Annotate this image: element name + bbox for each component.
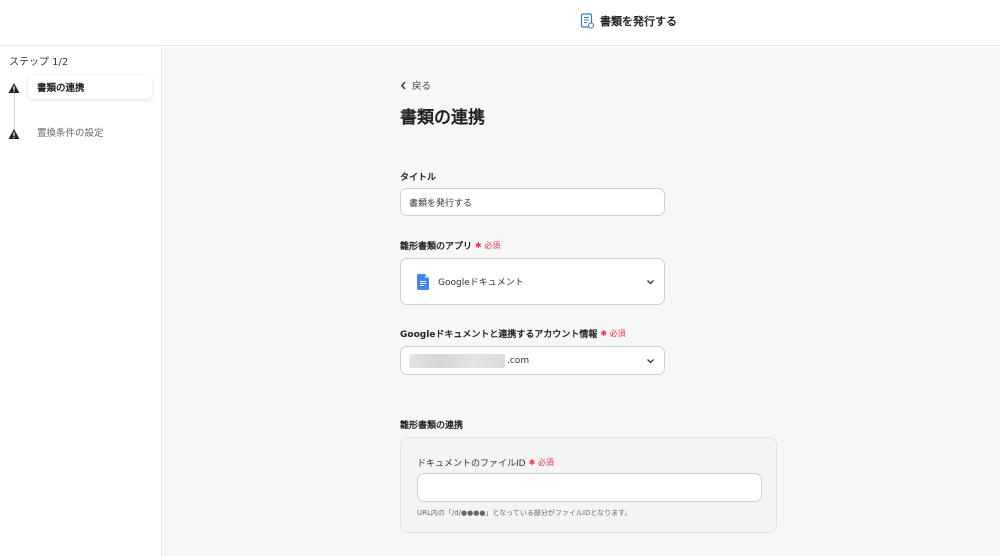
step-sidebar: ステップ 1/2 書類の連携 置換条件の設定: [0, 47, 162, 556]
template-link-panel: ドキュメントのファイルID ✱ 必須 URL内の「/d/●●●●」となっている部…: [400, 437, 777, 533]
header-title: 書類を発行する: [580, 13, 677, 29]
template-link-section-label: 雛形書類の連携: [400, 418, 463, 431]
file-id-label-text: ドキュメントのファイルID: [417, 459, 526, 469]
step-item-replace-conditions[interactable]: 置換条件の設定: [28, 120, 104, 144]
file-id-label: ドキュメントのファイルID ✱ 必須: [417, 456, 554, 469]
template-app-label: 雛形書類のアプリ ✱ 必須: [400, 239, 500, 252]
step-item-label: 書類の連携: [37, 83, 85, 94]
google-docs-icon: [417, 273, 429, 290]
title-input-value: 書類を発行する: [409, 198, 473, 209]
required-badge: ✱ 必須: [528, 458, 554, 467]
account-label: Googleドキュメントと連携するアカウント情報 ✱ 必須: [400, 327, 626, 340]
required-text: 必須: [609, 329, 626, 338]
header-title-text: 書類を発行する: [600, 15, 677, 28]
account-label-text: Googleドキュメントと連携するアカウント情報: [400, 330, 598, 340]
warning-icon: [8, 83, 20, 93]
required-badge: ✱ 必須: [475, 241, 501, 250]
chevron-left-icon: [400, 81, 406, 89]
back-link[interactable]: 戻る: [400, 78, 431, 92]
account-select[interactable]: .com: [400, 346, 665, 375]
redacted-email: [409, 353, 505, 368]
step-item-document-link[interactable]: 書類の連携: [28, 75, 152, 99]
title-field-label-text: タイトル: [400, 173, 437, 183]
template-app-value: Googleドキュメント: [438, 278, 524, 288]
warning-icon: [8, 129, 20, 139]
required-badge: ✱ 必須: [600, 329, 626, 338]
file-id-input[interactable]: [417, 473, 762, 502]
page-title: 書類の連携: [400, 108, 485, 128]
chevron-down-icon: [647, 358, 654, 363]
template-link-section-label-text: 雛形書類の連携: [400, 421, 464, 431]
step-connector: [14, 93, 15, 131]
title-input[interactable]: 書類を発行する: [400, 188, 665, 216]
required-text: 必須: [484, 241, 501, 250]
main-content: 戻る 書類の連携 タイトル 書類を発行する 雛形書類のアプリ ✱ 必須 Goog…: [163, 47, 1000, 556]
file-id-hint: URL内の「/d/●●●●」となっている部分がファイルIDとなります。: [417, 509, 632, 517]
title-field-label: タイトル: [400, 170, 436, 183]
back-label: 戻る: [412, 81, 432, 92]
step-item-label: 置換条件の設定: [37, 128, 104, 139]
account-value-suffix: .com: [507, 355, 530, 366]
template-app-select[interactable]: Googleドキュメント: [400, 258, 665, 305]
template-app-label-text: 雛形書類のアプリ: [400, 242, 473, 252]
document-icon: [580, 13, 594, 29]
required-text: 必須: [537, 458, 554, 467]
chevron-down-icon: [647, 279, 654, 284]
step-count: ステップ 1/2: [9, 57, 69, 68]
top-bar: 書類を発行する: [0, 0, 1000, 46]
